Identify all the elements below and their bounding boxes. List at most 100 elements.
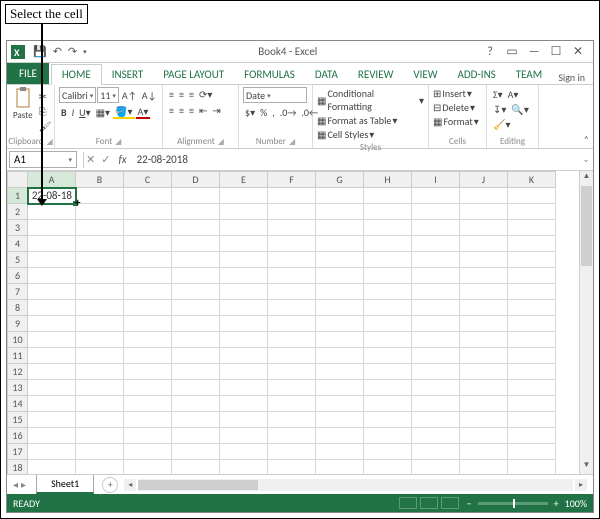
cell-J13[interactable] (460, 380, 508, 396)
cell-G1[interactable] (316, 188, 364, 204)
cell-F2[interactable] (268, 204, 316, 220)
cell-B3[interactable] (76, 220, 124, 236)
indent-increase-icon[interactable]: ⇥ (210, 103, 222, 117)
cell-K11[interactable] (508, 348, 556, 364)
cell-A2[interactable] (28, 204, 76, 220)
sort-filter-icon[interactable]: A▾ (506, 87, 521, 101)
font-size-selector[interactable]: 11▾ (97, 87, 119, 103)
cell-G17[interactable] (316, 444, 364, 460)
cell-K14[interactable] (508, 396, 556, 412)
cell-J5[interactable] (460, 252, 508, 268)
conditional-formatting-button[interactable]: ▦ Conditional Formatting ▾ (317, 87, 424, 113)
cell-D13[interactable] (172, 380, 220, 396)
col-header-D[interactable]: D (172, 172, 220, 188)
help-icon[interactable]: ? (481, 45, 499, 59)
cell-E12[interactable] (220, 364, 268, 380)
cell-I9[interactable] (412, 316, 460, 332)
cell-E17[interactable] (220, 444, 268, 460)
border-button[interactable]: ▦▾ (94, 105, 112, 119)
tab-insert[interactable]: INSERT (102, 65, 154, 84)
cell-E15[interactable] (220, 412, 268, 428)
cell-I11[interactable] (412, 348, 460, 364)
cell-D12[interactable] (172, 364, 220, 380)
cell-J18[interactable] (460, 460, 508, 475)
cell-A18[interactable] (28, 460, 76, 475)
cell-D7[interactable] (172, 284, 220, 300)
row-header-3[interactable]: 3 (8, 220, 28, 236)
cell-K8[interactable] (508, 300, 556, 316)
clipboard-launcher-icon[interactable]: ◢ (47, 137, 53, 147)
copy-icon[interactable]: ⎘ (37, 104, 54, 118)
cell-D9[interactable] (172, 316, 220, 332)
formula-input[interactable]: 22-08-2018 (133, 152, 579, 167)
tab-data[interactable]: DATA (305, 65, 348, 84)
cell-D1[interactable] (172, 188, 220, 204)
row-header-9[interactable]: 9 (8, 316, 28, 332)
cell-G3[interactable] (316, 220, 364, 236)
cell-A13[interactable] (28, 380, 76, 396)
align-top-icon[interactable]: ≡ (167, 87, 176, 101)
tab-page-layout[interactable]: PAGE LAYOUT (153, 65, 234, 84)
cell-A4[interactable] (28, 236, 76, 252)
tab-review[interactable]: REVIEW (348, 65, 404, 84)
cell-G7[interactable] (316, 284, 364, 300)
cell-A3[interactable] (28, 220, 76, 236)
minimize-icon[interactable]: — (525, 45, 543, 59)
cell-K17[interactable] (508, 444, 556, 460)
cell-G12[interactable] (316, 364, 364, 380)
col-header-A[interactable]: A (28, 172, 76, 188)
name-box[interactable]: A1 ▾ (9, 151, 77, 168)
cell-F4[interactable] (268, 236, 316, 252)
alignment-launcher-icon[interactable]: ◢ (218, 137, 224, 147)
row-header-2[interactable]: 2 (8, 204, 28, 220)
cell-A6[interactable] (28, 268, 76, 284)
cell-J10[interactable] (460, 332, 508, 348)
increase-font-icon[interactable]: A↑ (120, 88, 139, 102)
cell-B4[interactable] (76, 236, 124, 252)
cell-B13[interactable] (76, 380, 124, 396)
fill-color-button[interactable]: 🪣▾ (113, 105, 134, 119)
cell-F12[interactable] (268, 364, 316, 380)
expand-formula-bar-icon[interactable]: ⌄ (579, 154, 593, 165)
cell-B15[interactable] (76, 412, 124, 428)
cell-G4[interactable] (316, 236, 364, 252)
format-as-table-button[interactable]: ▦ Format as Table ▾ (317, 114, 424, 127)
cell-D5[interactable] (172, 252, 220, 268)
insert-cells-button[interactable]: ⊞ Insert ▾ (433, 87, 482, 100)
cell-B17[interactable] (76, 444, 124, 460)
col-header-H[interactable]: H (364, 172, 412, 188)
col-header-J[interactable]: J (460, 172, 508, 188)
vscroll-thumb[interactable] (581, 186, 592, 266)
cell-I6[interactable] (412, 268, 460, 284)
cell-E16[interactable] (220, 428, 268, 444)
cell-H1[interactable] (364, 188, 412, 204)
cell-E5[interactable] (220, 252, 268, 268)
cell-A15[interactable] (28, 412, 76, 428)
cell-B18[interactable] (76, 460, 124, 475)
cell-J15[interactable] (460, 412, 508, 428)
maximize-icon[interactable]: ☐ (547, 44, 565, 59)
align-right-icon[interactable]: ≡ (187, 103, 196, 117)
row-header-15[interactable]: 15 (8, 412, 28, 428)
cell-J1[interactable] (460, 188, 508, 204)
cell-I8[interactable] (412, 300, 460, 316)
cell-C6[interactable] (124, 268, 172, 284)
cell-D4[interactable] (172, 236, 220, 252)
tab-view[interactable]: VIEW (403, 65, 447, 84)
row-header-1[interactable]: 1 (8, 188, 28, 204)
cell-J14[interactable] (460, 396, 508, 412)
cell-D15[interactable] (172, 412, 220, 428)
cell-styles-button[interactable]: ▦ Cell Styles ▾ (317, 128, 424, 141)
cell-K1[interactable] (508, 188, 556, 204)
cancel-formula-icon[interactable]: ✕ (86, 153, 95, 166)
cell-D18[interactable] (172, 460, 220, 475)
cell-C5[interactable] (124, 252, 172, 268)
cell-F16[interactable] (268, 428, 316, 444)
cell-E6[interactable] (220, 268, 268, 284)
cell-F6[interactable] (268, 268, 316, 284)
tab-addins[interactable]: ADD-INS (448, 65, 506, 84)
cell-H7[interactable] (364, 284, 412, 300)
cell-B8[interactable] (76, 300, 124, 316)
cell-B14[interactable] (76, 396, 124, 412)
cell-G8[interactable] (316, 300, 364, 316)
